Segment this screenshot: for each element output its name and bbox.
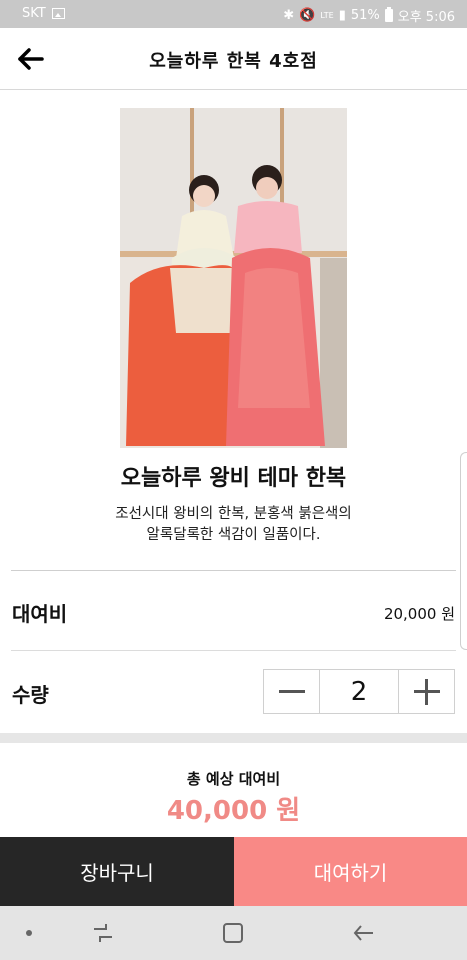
description-line: 조선시대 왕비의 한복, 분홍색 붉은색의 — [115, 506, 352, 522]
quantity-label: 수량 — [12, 683, 49, 707]
battery-percent: 51% — [350, 8, 380, 23]
quantity-value: 2 — [319, 670, 399, 713]
increase-button[interactable] — [399, 670, 454, 713]
shop-title: 오늘하루 한복 4호점 — [149, 51, 318, 72]
bluetooth-icon: ✱ — [283, 8, 295, 23]
description-line: 알록달록한 색감이 일품이다. — [146, 527, 321, 543]
minus-icon — [278, 690, 305, 693]
decrease-button[interactable] — [264, 670, 319, 713]
back-icon[interactable] — [351, 920, 377, 946]
total-value: 40,000 원 — [166, 796, 301, 826]
product-name: 오늘하루 왕비 테마 한복 — [120, 466, 347, 491]
fee-value: 20,000 원 — [383, 605, 455, 623]
system-nav-bar — [0, 906, 467, 960]
app-header: 오늘하루 한복 4호점 — [0, 28, 467, 90]
gallery-notification-icon — [51, 8, 65, 19]
cart-button[interactable]: 장바구니 — [0, 837, 234, 906]
home-icon[interactable] — [220, 920, 246, 946]
section-separator — [0, 733, 467, 743]
action-bar: 장바구니 대여하기 — [0, 837, 467, 906]
mute-icon: 🔇 — [299, 8, 316, 23]
clock: 오후 5:06 — [397, 10, 455, 25]
nav-dot-icon — [26, 930, 32, 936]
plus-icon — [413, 678, 440, 705]
divider — [11, 570, 456, 571]
recent-apps-icon[interactable] — [90, 920, 116, 946]
fee-label: 대여비 — [12, 602, 68, 626]
total-label: 총 예상 대여비 — [186, 770, 281, 788]
product-photo — [120, 108, 347, 448]
quantity-stepper: 2 — [263, 669, 455, 714]
product-description: 조선시대 왕비의 한복, 분홍색 붉은색의 알록달록한 색감이 일품이다. — [0, 504, 467, 546]
edge-panel-handle[interactable] — [460, 452, 467, 650]
rent-button[interactable]: 대여하기 — [234, 837, 467, 906]
status-bar: SKT ✱ 🔇 LTE ▮ 51% 오후 5:06 — [0, 0, 467, 28]
divider — [11, 650, 456, 651]
battery-icon — [384, 7, 393, 22]
carrier-label: SKT — [22, 6, 46, 21]
network-type: LTE — [320, 11, 334, 20]
signal-icon: ▮ — [338, 8, 346, 23]
